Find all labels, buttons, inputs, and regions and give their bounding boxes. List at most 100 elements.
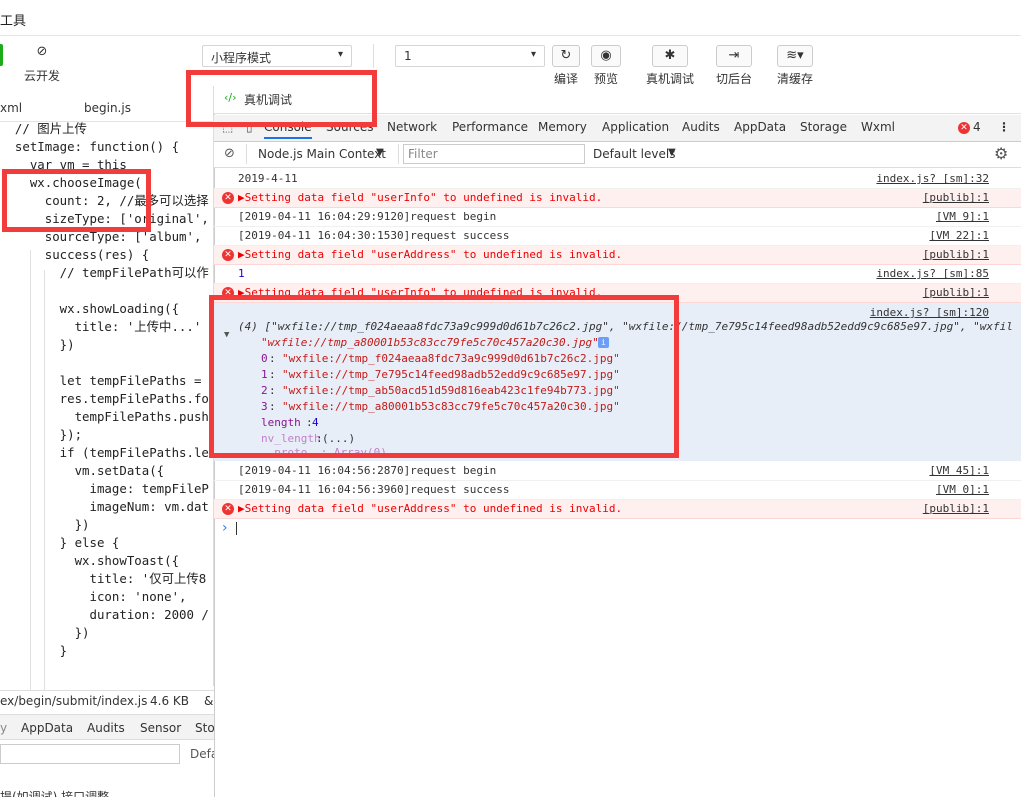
code-line[interactable]: success(res) { — [0, 246, 149, 264]
branch-icon: & — [204, 694, 214, 708]
tab-separator: y — [0, 721, 8, 735]
log-source-link[interactable]: [VM 22]:1 — [929, 227, 989, 245]
tab-audits[interactable]: Audits — [682, 120, 720, 134]
console-error-row[interactable]: ✕ ▶Setting data field "userAddress" to un… — [214, 246, 1021, 265]
log-source-link[interactable]: [VM 9]:1 — [936, 208, 989, 226]
code-line[interactable]: imageNum: vm.dat — [0, 498, 209, 516]
code-line[interactable]: wx.showToast({ — [0, 552, 179, 570]
code-line[interactable]: // tempFilePath可以作 — [0, 264, 209, 282]
console-prompt: › — [222, 520, 228, 536]
tab-appdata[interactable]: AppData — [21, 721, 73, 735]
tab-wxml[interactable]: Wxml — [861, 120, 895, 134]
cloud-label: 云开发 — [23, 69, 60, 83]
error-icon: ✕ — [222, 249, 234, 261]
log-source-link[interactable]: [VM 0]:1 — [936, 481, 989, 499]
log-source-link[interactable]: index.js? [sm]:32 — [876, 170, 989, 188]
code-line[interactable]: } — [0, 642, 67, 660]
bug-icon: ✱ — [652, 45, 688, 67]
tab-performance[interactable]: Performance — [452, 120, 528, 134]
console-filter-input[interactable]: Filter — [403, 144, 585, 164]
error-count[interactable]: 4 — [973, 120, 981, 134]
tab-application[interactable]: Application — [602, 120, 669, 134]
code-line[interactable]: }); — [0, 426, 82, 444]
log-source-link[interactable]: [publib]:1 — [923, 284, 989, 302]
remote-debug-button[interactable]: ✱ 真机调试 — [644, 45, 696, 87]
code-line[interactable]: if (tempFilePaths.le — [0, 444, 209, 462]
code-line[interactable]: icon: 'none', — [0, 588, 187, 606]
levels-select[interactable]: Default levels — [593, 147, 675, 161]
console-log-row[interactable]: 2019-4-11 index.js? [sm]:32 — [214, 170, 1021, 189]
console-log-row[interactable]: [2019-04-11 16:04:56:2870]request begin [… — [214, 462, 1021, 481]
tab-appdata[interactable]: AppData — [734, 120, 786, 134]
more-menu-icon[interactable]: ⋮ — [998, 120, 1010, 134]
tab-begin-js[interactable]: begin.js — [84, 101, 131, 115]
tab-network[interactable]: Network — [387, 120, 437, 134]
chevron-down-icon: ▼ — [376, 147, 384, 158]
tab-audits[interactable]: Audits — [87, 721, 125, 735]
tab-storage[interactable]: Storage — [800, 120, 847, 134]
clear-console-icon[interactable]: ⊘ — [224, 146, 235, 161]
compile-button[interactable]: ↻ 编译 — [551, 45, 581, 87]
code-line[interactable]: duration: 2000 / — [0, 606, 209, 624]
mode-select-value: 小程序模式 — [211, 51, 272, 65]
console-error-row[interactable]: ✕ ▶Setting data field "userInfo" to undef… — [214, 189, 1021, 208]
context-select[interactable]: Node.js Main Context — [258, 147, 386, 161]
editor-status-bar: ex/begin/submit/index.js 4.6 KB & — [0, 690, 214, 712]
tab-memory[interactable]: Memory — [538, 120, 587, 134]
filter-placeholder: Filter — [408, 147, 438, 161]
tab-sensor[interactable]: Sensor — [140, 721, 181, 735]
highlight-box-array-output — [209, 295, 679, 458]
tab-storage[interactable]: Sto — [195, 721, 215, 735]
code-line[interactable]: }) — [0, 336, 75, 354]
chevron-down-icon: ▼ — [668, 147, 676, 158]
indent-guide — [44, 270, 45, 690]
clear-cache-button[interactable]: ≋▾ 清缓存 — [775, 45, 815, 87]
log-text: [2019-04-11 16:04:30:1530]request succes… — [238, 229, 510, 242]
chevron-down-icon: ▾ — [530, 49, 536, 60]
refresh-icon: ↻ — [552, 45, 580, 67]
console-caret[interactable] — [236, 522, 237, 535]
code-line[interactable]: vm.setData({ — [0, 462, 165, 480]
code-line[interactable]: image: tempFileP — [0, 480, 209, 498]
layers-icon: ≋▾ — [777, 45, 813, 67]
console-log-row[interactable]: [2019-04-11 16:04:29:9120]request begin [… — [214, 208, 1021, 227]
background-button[interactable]: ⇥ 切后台 — [714, 45, 754, 87]
code-line[interactable]: tempFilePaths.push — [0, 408, 209, 426]
highlight-box-remote-debug — [186, 70, 377, 127]
gear-icon[interactable]: ⚙ — [994, 144, 1008, 163]
chevron-down-icon: ▾ — [337, 49, 343, 60]
divider — [398, 144, 399, 164]
bottom-devtools-tabs: y AppData Audits Sensor Sto — [0, 714, 215, 740]
code-line[interactable]: res.tempFilePaths.fo — [0, 390, 209, 408]
mode-select[interactable]: 小程序模式 ▾ — [202, 45, 352, 67]
tab-wxml[interactable]: xml — [0, 101, 22, 115]
editor-tabs: xml begin.js — [0, 94, 214, 122]
cloud-dev-button[interactable]: ⊘ 云开发 — [22, 42, 62, 84]
log-text: ▶Setting data field "userAddress" to und… — [238, 502, 623, 515]
error-count-icon: ✕ — [958, 122, 970, 134]
divider — [246, 144, 247, 164]
console-filter-bar: ⊘ Node.js Main Context ▼ Filter Default … — [214, 142, 1021, 168]
bottom-filter-input[interactable] — [0, 744, 180, 764]
code-line[interactable]: setImage: function() { — [0, 138, 179, 156]
console-log-row[interactable]: [2019-04-11 16:04:30:1530]request succes… — [214, 227, 1021, 246]
simulator-toggle-button[interactable] — [0, 44, 3, 66]
switch-background-icon: ⇥ — [716, 45, 752, 67]
compile-select-value: 1 — [404, 49, 412, 63]
console-log-row[interactable]: 1 index.js? [sm]:85 — [214, 265, 1021, 284]
file-size: 4.6 KB — [150, 694, 189, 708]
code-line[interactable]: } else { — [0, 534, 120, 552]
log-source-link[interactable]: [publib]:1 — [923, 500, 989, 518]
console-error-row[interactable]: ✕ ▶Setting data field "userAddress" to un… — [214, 500, 1021, 519]
log-source-link[interactable]: index.js? [sm]:85 — [876, 265, 989, 283]
log-source-link[interactable]: [publib]:1 — [923, 246, 989, 264]
code-line[interactable]: // 图片上传 — [0, 120, 87, 138]
log-source-link[interactable]: [publib]:1 — [923, 189, 989, 207]
eye-icon: ◉ — [591, 45, 621, 67]
console-log-row[interactable]: [2019-04-11 16:04:56:3960]request succes… — [214, 481, 1021, 500]
preview-button[interactable]: ◉ 预览 — [590, 45, 622, 87]
log-source-link[interactable]: [VM 45]:1 — [929, 462, 989, 480]
code-line[interactable]: wx.showLoading({ — [0, 300, 179, 318]
compile-mode-select[interactable]: 1 ▾ — [395, 45, 545, 67]
app-title: 工具 — [0, 14, 27, 29]
